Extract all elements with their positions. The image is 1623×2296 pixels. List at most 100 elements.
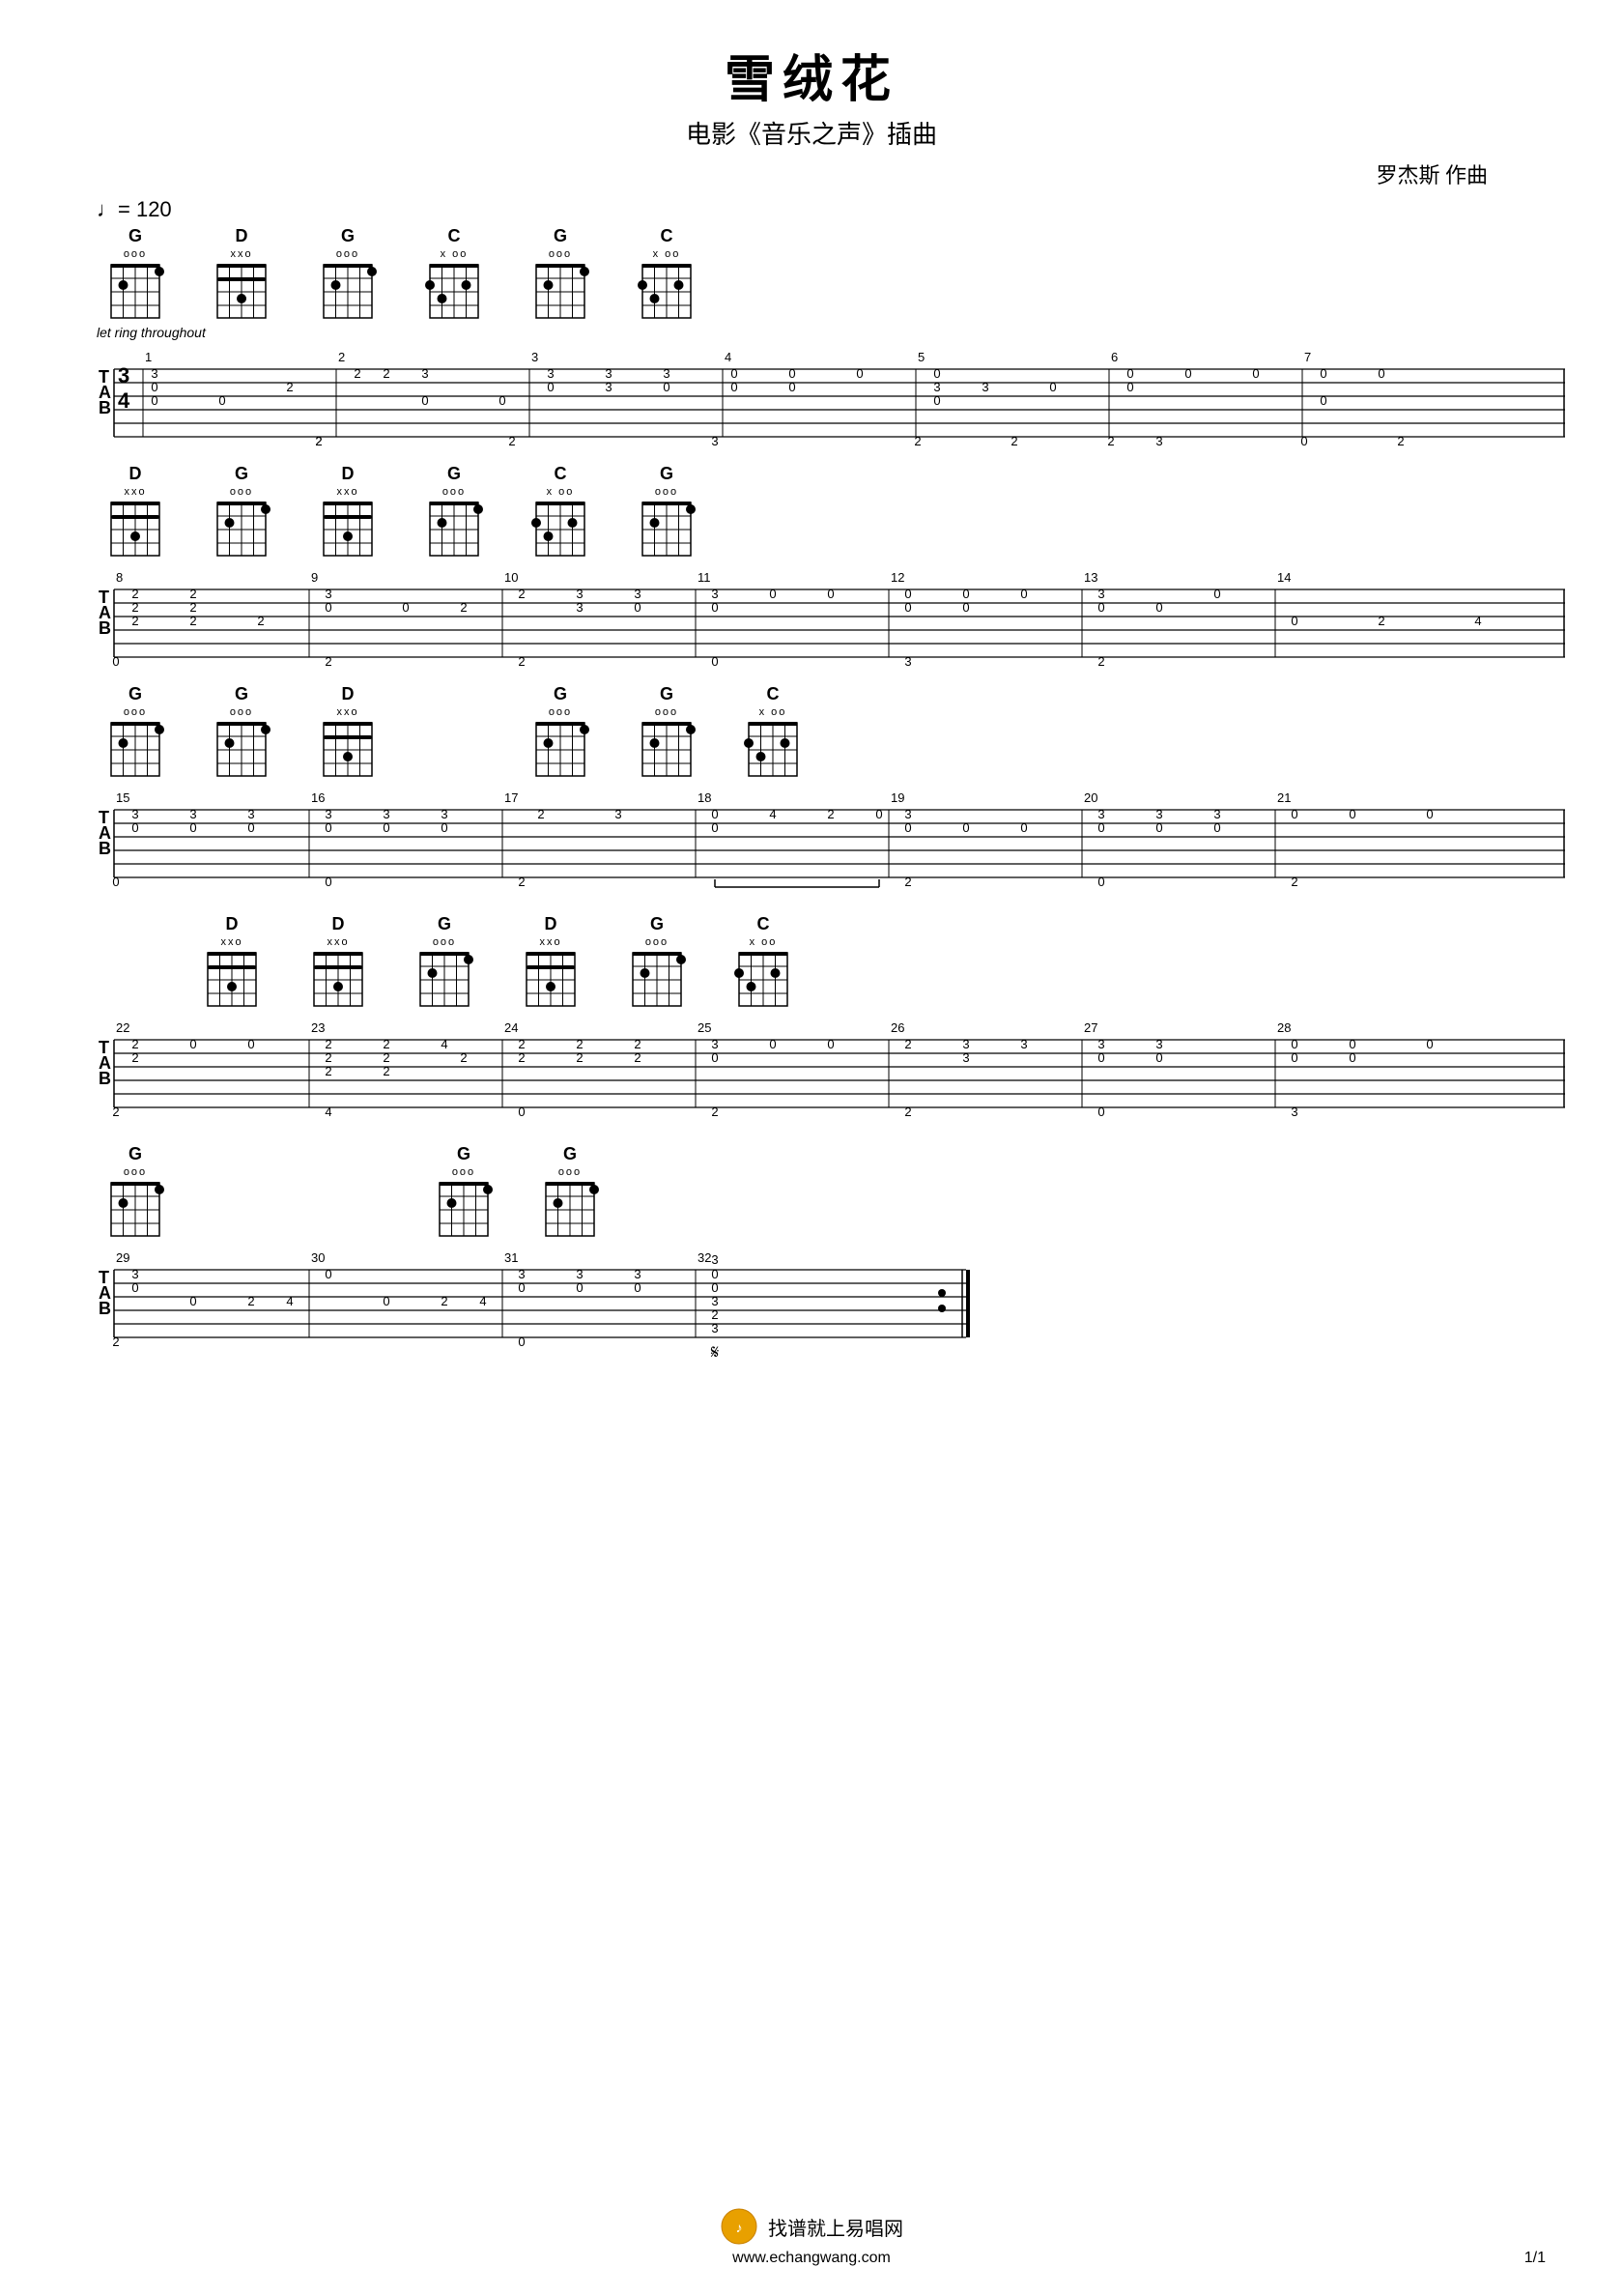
svg-text:2: 2	[518, 1037, 525, 1051]
main-title: 雪绒花	[77, 39, 1546, 111]
svg-text:2: 2	[286, 380, 293, 394]
svg-text:0: 0	[1349, 1050, 1355, 1065]
svg-text:0: 0	[325, 1267, 331, 1281]
svg-text:2: 2	[383, 366, 389, 381]
svg-text:10: 10	[504, 570, 518, 585]
svg-text:0: 0	[1126, 380, 1133, 394]
logo-icon: ♪	[720, 2207, 758, 2246]
svg-text:0: 0	[1291, 614, 1297, 628]
tempo-line: ♩= 120	[97, 197, 1546, 222]
svg-text:2: 2	[383, 1064, 389, 1078]
svg-text:4: 4	[325, 1105, 331, 1119]
svg-text:19: 19	[891, 790, 904, 805]
svg-text:4: 4	[769, 807, 776, 821]
footer-brand-text: 找谱就上易唱网	[768, 2213, 903, 2241]
svg-text:0: 0	[1291, 1050, 1297, 1065]
svg-text:0: 0	[1184, 366, 1191, 381]
chord-C-3: C x oo	[522, 464, 599, 560]
svg-text:3: 3	[118, 363, 129, 387]
svg-text:3: 3	[904, 654, 911, 669]
svg-text:0: 0	[383, 1294, 389, 1308]
svg-text:2: 2	[634, 1037, 641, 1051]
chord-G-15: G ooo	[531, 1144, 609, 1241]
svg-text:3: 3	[904, 807, 911, 821]
svg-text:0: 0	[1155, 820, 1162, 835]
chord-D-5: D xxo	[193, 914, 270, 1011]
svg-text:4: 4	[725, 350, 731, 364]
svg-text:6: 6	[1111, 350, 1118, 364]
svg-text:3: 3	[1155, 1037, 1162, 1051]
svg-text:0: 0	[962, 587, 969, 601]
svg-text:3: 3	[247, 807, 254, 821]
svg-text:3: 3	[576, 600, 583, 615]
svg-text:2: 2	[112, 1105, 119, 1119]
chord-G-6: G ooo	[628, 464, 705, 560]
svg-text:22: 22	[116, 1020, 129, 1035]
svg-text:3: 3	[131, 1267, 138, 1281]
svg-text:2: 2	[383, 1050, 389, 1065]
svg-text:2: 2	[518, 1050, 525, 1065]
section-row-4: D xxo D xxo	[77, 914, 1546, 1129]
svg-text:3: 3	[933, 380, 940, 394]
svg-text:0: 0	[962, 820, 969, 835]
subtitle: 电影《音乐之声》插曲	[77, 115, 1546, 151]
svg-text:0: 0	[904, 600, 911, 615]
svg-text:0: 0	[788, 380, 795, 394]
svg-text:3: 3	[634, 587, 641, 601]
svg-text:B: B	[99, 1069, 111, 1088]
svg-text:0: 0	[441, 820, 447, 835]
svg-text:0: 0	[1320, 366, 1326, 381]
chord-G-10: G ooo	[628, 684, 705, 781]
svg-text:2: 2	[634, 1050, 641, 1065]
svg-text:0: 0	[325, 600, 331, 615]
svg-text:0: 0	[1300, 434, 1307, 448]
svg-text:2: 2	[383, 1037, 389, 1051]
svg-text:11: 11	[698, 570, 711, 585]
chord-G-11: G ooo	[406, 914, 483, 1011]
svg-text:2: 2	[315, 434, 322, 448]
svg-text:0: 0	[904, 820, 911, 835]
svg-text:29: 29	[116, 1250, 129, 1265]
chord-G-7: G ooo	[97, 684, 174, 781]
svg-text:0: 0	[1349, 1037, 1355, 1051]
svg-text:0: 0	[1097, 1050, 1104, 1065]
svg-text:2: 2	[904, 1105, 911, 1119]
svg-text:25: 25	[698, 1020, 711, 1035]
svg-text:0: 0	[634, 600, 641, 615]
svg-text:2: 2	[827, 807, 834, 821]
svg-text:4: 4	[441, 1037, 447, 1051]
svg-text:0: 0	[1426, 1037, 1433, 1051]
svg-text:12: 12	[891, 570, 904, 585]
chord-G-1: G ooo	[97, 226, 174, 323]
chord-C-4: C x oo	[734, 684, 812, 781]
svg-text:17: 17	[504, 790, 518, 805]
svg-text:3: 3	[547, 366, 554, 381]
chord-C-1: C x oo	[415, 226, 493, 323]
svg-text:13: 13	[1084, 570, 1097, 585]
chord-D-2: D xxo	[97, 464, 174, 560]
svg-text:0: 0	[788, 366, 795, 381]
svg-text:2: 2	[131, 600, 138, 615]
chord-C-2: C x oo	[628, 226, 705, 323]
svg-text:14: 14	[1277, 570, 1291, 585]
svg-text:0: 0	[1291, 807, 1297, 821]
tab-staff-3: T A B 15 16 17 18 19 20 21 3	[97, 783, 1565, 899]
svg-text:0: 0	[112, 875, 119, 889]
svg-text:3: 3	[614, 807, 621, 821]
svg-text:18: 18	[698, 790, 711, 805]
svg-text:15: 15	[116, 790, 129, 805]
svg-text:B: B	[99, 618, 111, 638]
svg-text:0: 0	[189, 1037, 196, 1051]
svg-text:3: 3	[576, 1267, 583, 1281]
svg-text:0: 0	[856, 366, 863, 381]
svg-text:0: 0	[518, 1280, 525, 1295]
svg-text:2: 2	[189, 600, 196, 615]
svg-text:3: 3	[1291, 1105, 1297, 1119]
svg-text:3: 3	[962, 1050, 969, 1065]
svg-text:2: 2	[460, 1050, 467, 1065]
svg-text:2: 2	[537, 807, 544, 821]
svg-text:2: 2	[1097, 654, 1104, 669]
svg-text:3: 3	[131, 807, 138, 821]
chord-G-5: G ooo	[415, 464, 493, 560]
svg-text:2: 2	[576, 1050, 583, 1065]
